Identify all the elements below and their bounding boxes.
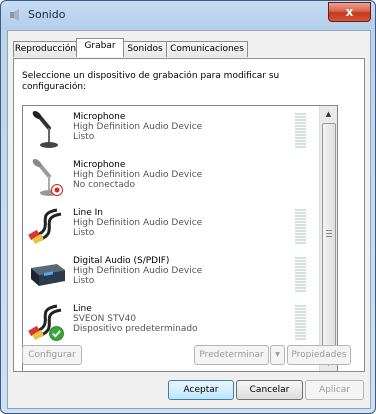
device-description: High Definition Audio Device: [73, 170, 203, 180]
device-status: Listo: [73, 228, 95, 238]
tab-comunicaciones[interactable]: Comunicaciones: [166, 41, 248, 57]
level-meter: [295, 209, 306, 245]
tab-sonidos[interactable]: Sonidos: [122, 41, 168, 57]
apply-button[interactable]: Aplicar: [305, 380, 364, 400]
level-meter: [295, 257, 306, 293]
recording-tab-panel: Seleccione un dispositivo de grabación p…: [13, 58, 365, 372]
list-item[interactable]: Microphone High Definition Audio Device …: [23, 106, 318, 154]
properties-button[interactable]: Propiedades: [287, 345, 351, 365]
set-default-button[interactable]: Predeterminar: [194, 345, 269, 365]
device-status: Listo: [73, 276, 95, 286]
speaker-icon: [10, 9, 19, 21]
scroll-up-arrow-icon[interactable]: ▲: [320, 106, 337, 122]
window-title: Sonido: [28, 8, 66, 21]
digital-audio-device-icon: [31, 264, 65, 286]
scrollbar-thumb[interactable]: [322, 123, 336, 355]
list-item[interactable]: Line SVEON STV40 Dispositivo predetermin…: [23, 298, 318, 346]
device-name: Line In: [73, 208, 103, 218]
device-name: Microphone: [73, 160, 126, 170]
device-description: SVEON STV40: [73, 314, 137, 324]
accept-button[interactable]: Aceptar: [168, 380, 234, 400]
title-bar[interactable]: Sonido x: [1, 1, 375, 29]
set-default-dropdown-chevron-down-icon[interactable]: ▼: [270, 345, 285, 365]
device-status: Listo: [73, 132, 95, 142]
recording-device-list[interactable]: Microphone High Definition Audio Device …: [22, 105, 338, 372]
close-button[interactable]: x: [328, 2, 371, 22]
device-name: Microphone: [73, 112, 126, 122]
device-status: No conectado: [73, 180, 136, 190]
device-description: High Definition Audio Device: [73, 122, 203, 132]
disconnected-badge-icon: [51, 184, 63, 196]
microphone-icon: [32, 111, 58, 148]
configure-button[interactable]: Configurar: [22, 345, 82, 365]
sound-dialog-window: Sonido x Reproducción Grabar Sonidos Com…: [0, 0, 376, 414]
device-name: Line: [73, 304, 92, 314]
grip-icon: [326, 230, 332, 238]
list-item[interactable]: Line In High Definition Audio Device Lis…: [23, 202, 318, 250]
cancel-button[interactable]: Cancelar: [236, 380, 303, 400]
device-description: High Definition Audio Device: [73, 218, 203, 228]
level-meter: [295, 305, 306, 341]
device-status: Dispositivo predeterminado: [73, 324, 198, 334]
rca-cable-icon: [28, 208, 62, 245]
dialog-client-area: Reproducción Grabar Sonidos Comunicacion…: [7, 30, 371, 409]
device-description: High Definition Audio Device: [73, 266, 203, 276]
default-check-icon: [49, 326, 64, 341]
instructions-text: Seleccione un dispositivo de grabación p…: [22, 71, 280, 92]
level-meter: [295, 113, 306, 149]
device-list-scrollbar[interactable]: ▲ ▼: [319, 106, 337, 371]
tab-grabar[interactable]: Grabar: [76, 38, 124, 57]
tab-reproduccion[interactable]: Reproducción: [13, 41, 78, 57]
list-item[interactable]: Microphone High Definition Audio Device …: [23, 154, 318, 202]
device-name: Digital Audio (S/PDIF): [73, 256, 170, 266]
list-item[interactable]: Digital Audio (S/PDIF) High Definition A…: [23, 250, 318, 298]
